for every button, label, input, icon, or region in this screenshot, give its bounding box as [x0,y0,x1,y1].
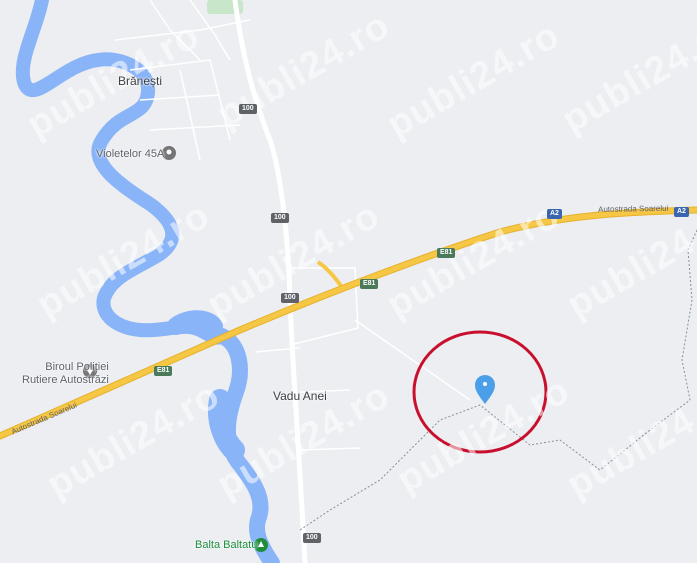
map-view[interactable]: publi24.ro publi24.ro publi24.ro publi24… [0,0,697,563]
road-shield-100: 100 [303,533,321,543]
location-pin-icon[interactable] [475,375,495,404]
place-label-biroul-line1: Biroul Poliției [45,361,109,373]
place-label-biroul-line2: Rutiere Autostrăzi [22,374,109,386]
road-shield-100: 100 [239,104,257,114]
place-label-balta[interactable]: Balta Baltatu [195,539,257,551]
road-shield-a2: A2 [547,209,562,219]
place-label-branesti[interactable]: Brănești [118,74,162,88]
road-shield-a2: A2 [674,207,689,217]
road-shield-100: 100 [271,213,289,223]
place-label-vadu-anei[interactable]: Vadu Anei [273,389,327,403]
road-shield-e81: E81 [360,279,379,289]
road-shield-100: 100 [281,293,299,303]
place-label-biroul[interactable]: Biroul Poliției Rutiere Autostrăzi [22,361,109,387]
highway-name-label: Autostrada Soarelui [598,203,669,214]
place-label-violetelor[interactable]: Violetelor 45A [96,148,164,161]
road-shield-e81: E81 [437,248,456,258]
lake [167,310,223,335]
road-shield-e81: E81 [154,366,173,376]
